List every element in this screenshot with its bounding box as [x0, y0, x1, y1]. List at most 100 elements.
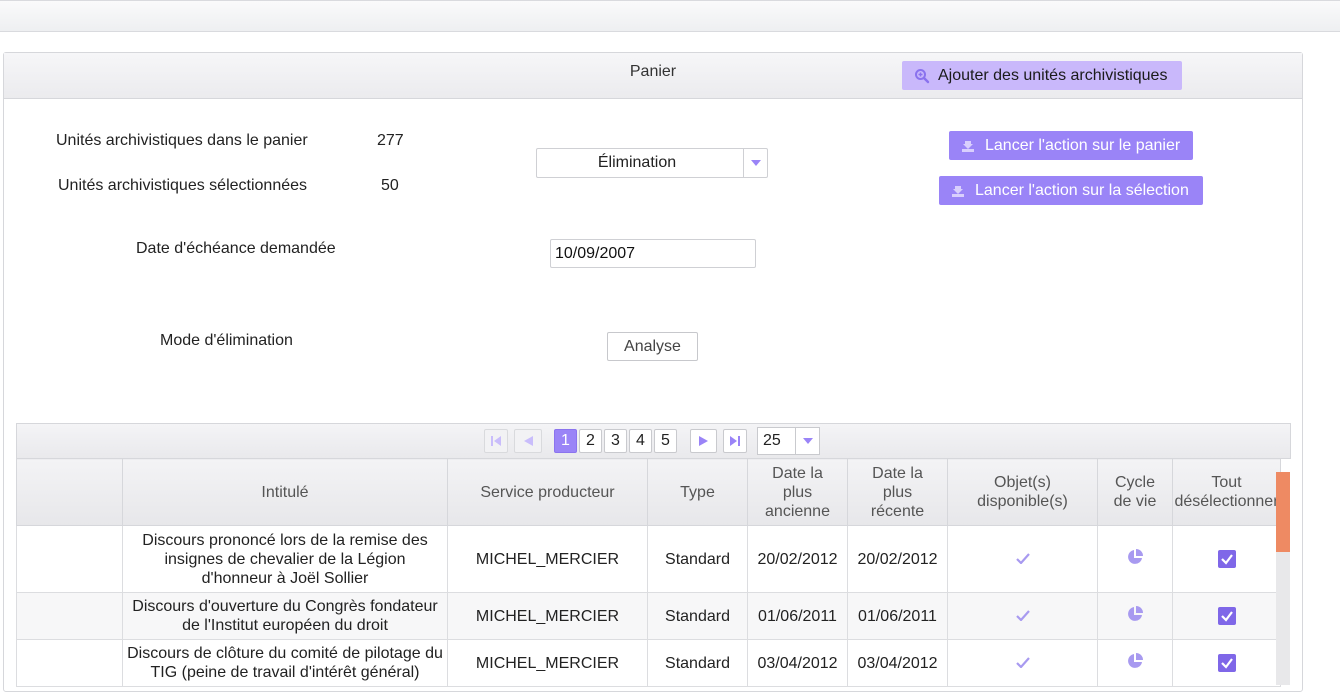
row-empty-cell — [16, 639, 123, 687]
add-archival-units-label: Ajouter des unités archivistiques — [938, 66, 1168, 84]
header-oldest-date-line1: Date la — [772, 464, 823, 482]
page-button-1[interactable]: 1 — [554, 429, 577, 453]
header-lifecycle-line2: de vie — [1113, 493, 1157, 510]
table-scrollbar-thumb[interactable] — [1276, 472, 1290, 552]
row-newest-date: 03/04/2012 — [847, 639, 948, 687]
pie-chart-icon[interactable] — [1127, 652, 1143, 669]
header-deselect-line1: Tout — [1211, 474, 1242, 491]
header-deselect-line2: désélectionner — [1174, 493, 1279, 510]
row-objects-cell — [947, 639, 1098, 687]
row-lifecycle-cell — [1097, 525, 1173, 593]
row-producer: MICHEL_MERCIER — [447, 525, 648, 593]
checkbox-check-icon — [1220, 554, 1233, 565]
page-size-select[interactable]: 25 — [757, 427, 820, 455]
row-title: Discours d'ouverture du Congrès fondateu… — [122, 592, 448, 640]
page-button-5[interactable]: 5 — [654, 429, 677, 453]
run-on-cart-button[interactable]: Lancer l'action sur le panier — [949, 131, 1193, 160]
download-icon — [962, 140, 974, 152]
header-producer[interactable]: Service producteur — [447, 458, 648, 526]
header-newest-date-line3: récente — [870, 502, 925, 520]
header-lifecycle-line1: Cycle — [1114, 474, 1155, 491]
due-date-input[interactable]: 10/09/2007 — [550, 239, 756, 268]
next-page-icon[interactable] — [690, 429, 717, 453]
row-empty-cell — [16, 592, 123, 640]
last-page-icon[interactable] — [723, 429, 747, 453]
row-oldest-date: 03/04/2012 — [747, 639, 848, 687]
row-producer: MICHEL_MERCIER — [447, 592, 648, 640]
row-type: Standard — [647, 525, 748, 593]
header-type[interactable]: Type — [647, 458, 748, 526]
header-empty — [16, 458, 123, 526]
row-type: Standard — [647, 639, 748, 687]
row-producer: MICHEL_MERCIER — [447, 639, 648, 687]
table-row[interactable]: Discours prononcé lors de la remise des … — [16, 525, 1281, 593]
in-cart-label: Unités archivistiques dans le panier — [56, 132, 308, 149]
row-type: Standard — [647, 592, 748, 640]
row-oldest-date: 01/06/2011 — [747, 592, 848, 640]
row-select-cell — [1172, 592, 1281, 640]
pie-chart-icon[interactable] — [1127, 605, 1143, 622]
header-deselect-all[interactable]: Tout désélectionner — [1172, 458, 1281, 526]
first-page-icon[interactable] — [484, 429, 508, 453]
analysis-button[interactable]: Analyse — [607, 332, 698, 361]
row-oldest-date: 20/02/2012 — [747, 525, 848, 593]
pie-chart-icon[interactable] — [1127, 548, 1143, 565]
header-objects-line1: Objet(s) — [994, 474, 1051, 491]
header-objects: Objet(s) disponible(s) — [947, 458, 1098, 526]
row-title: Discours prononcé lors de la remise des … — [122, 525, 448, 593]
header-title[interactable]: Intitulé — [122, 458, 448, 526]
checkbox-check-icon — [1220, 611, 1233, 622]
header-objects-line2: disponible(s) — [977, 493, 1068, 510]
header-oldest-date-line3: ancienne — [765, 502, 830, 520]
row-newest-date: 01/06/2011 — [847, 592, 948, 640]
action-select[interactable]: Élimination — [536, 148, 768, 178]
page-button-3[interactable]: 3 — [604, 429, 627, 453]
header-newest-date[interactable]: Date la plus récente — [847, 458, 948, 526]
run-on-cart-label: Lancer l'action sur le panier — [985, 136, 1181, 154]
row-select-cell — [1172, 525, 1281, 593]
in-cart-count: 277 — [377, 132, 404, 149]
header-lifecycle: Cycle de vie — [1097, 458, 1173, 526]
row-select-cell — [1172, 639, 1281, 687]
table-row[interactable]: Discours de clôture du comité de pilotag… — [16, 639, 1281, 687]
add-archival-units-button[interactable]: Ajouter des unités archivistiques — [902, 61, 1182, 90]
action-select-value: Élimination — [597, 154, 677, 171]
elimination-mode-label: Mode d'élimination — [160, 332, 293, 349]
table-row[interactable]: Discours d'ouverture du Congrès fondateu… — [16, 592, 1281, 640]
row-lifecycle-cell — [1097, 639, 1173, 687]
page-size-value: 25 — [763, 432, 781, 449]
page-button-2[interactable]: 2 — [579, 429, 602, 453]
row-title: Discours de clôture du comité de pilotag… — [122, 639, 448, 687]
check-icon — [1015, 609, 1030, 622]
cart-panel: Panier Ajouter des unités archivistiques… — [3, 52, 1303, 692]
top-bar — [0, 0, 1340, 32]
chevron-down-icon[interactable] — [795, 428, 819, 454]
row-empty-cell — [16, 525, 123, 593]
checkbox-check-icon — [1220, 658, 1233, 669]
row-checkbox[interactable] — [1217, 654, 1236, 673]
row-objects-cell — [947, 592, 1098, 640]
due-date-label: Date d'échéance demandée — [136, 240, 336, 257]
pagination-bar: 1 2 3 4 5 25 — [16, 423, 1291, 459]
header-newest-date-line1: Date la — [872, 464, 923, 482]
row-lifecycle-cell — [1097, 592, 1173, 640]
previous-page-icon[interactable] — [514, 429, 542, 453]
check-icon — [1015, 552, 1030, 565]
results-table: Intitulé Service producteur Type Date la… — [16, 458, 1281, 687]
page-button-4[interactable]: 4 — [629, 429, 652, 453]
download-icon — [952, 185, 964, 197]
header-oldest-date-line2: plus — [782, 483, 813, 501]
header-newest-date-line2: plus — [882, 483, 913, 501]
row-objects-cell — [947, 525, 1098, 593]
panel-header: Panier Ajouter des unités archivistiques — [4, 53, 1302, 99]
row-checkbox[interactable] — [1217, 550, 1236, 569]
chevron-down-icon[interactable] — [743, 149, 767, 177]
run-on-selection-button[interactable]: Lancer l'action sur la sélection — [939, 176, 1203, 205]
check-icon — [1015, 656, 1030, 669]
selected-label: Unités archivistiques sélectionnées — [58, 177, 308, 194]
header-oldest-date[interactable]: Date la plus ancienne — [747, 458, 848, 526]
search-plus-icon — [915, 68, 930, 83]
row-checkbox[interactable] — [1217, 607, 1236, 626]
row-newest-date: 20/02/2012 — [847, 525, 948, 593]
table-header-row: Intitulé Service producteur Type Date la… — [16, 458, 1281, 526]
